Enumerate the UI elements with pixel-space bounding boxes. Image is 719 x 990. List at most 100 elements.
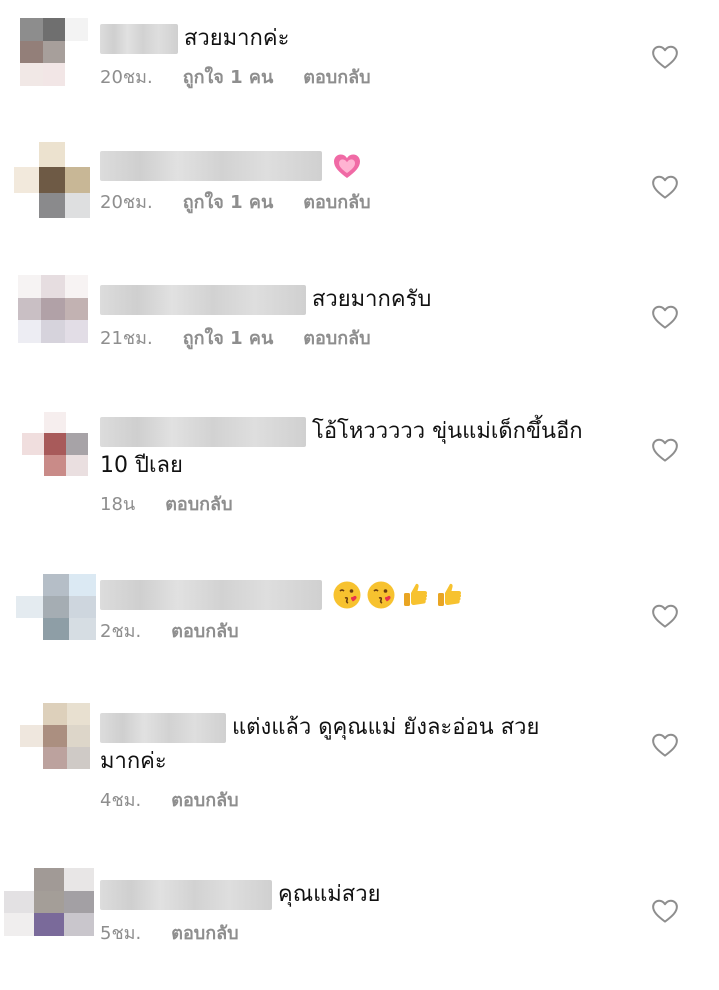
blurred-username[interactable] [100,285,306,315]
likes-count-link[interactable]: ถูกใจ 1 คน [183,323,274,352]
avatar-pixel [64,142,90,168]
comment-time: 18น [100,494,136,515]
avatar-pixel [20,703,44,725]
comment-time: 20ชม. [100,192,153,213]
avatar-pixel [14,192,40,218]
comment-text: แต่งแล้ว ดูคุณแม่ ยังละอ่อน สวย [232,715,540,740]
comment-text: สวยมากครับ [312,287,432,312]
avatar-pixel [41,320,65,343]
avatar-pixel [20,63,43,86]
like-heart-icon[interactable] [650,896,680,926]
avatar-pixel [65,63,88,86]
avatar[interactable] [18,275,88,343]
avatar-pixel [22,433,44,455]
reply-button[interactable]: ตอบกลับ [165,489,232,518]
avatar-pixel [39,167,65,193]
avatar-pixel [18,275,42,298]
reply-button[interactable]: ตอบกลับ [303,187,370,216]
comment-time: 4ชม. [100,790,142,811]
avatar-pixel [20,747,44,769]
avatar-pixel [65,40,88,64]
avatar-pixel [42,63,66,86]
reply-button[interactable]: ตอบกลับ [171,918,238,947]
avatar[interactable] [4,868,94,936]
reply-button[interactable]: ตอบกลับ [171,785,238,814]
like-heart-icon[interactable] [650,42,680,72]
avatar-pixel [39,142,65,168]
avatar-pixel [16,574,43,596]
avatar-pixel [64,868,94,891]
avatar-pixel [66,703,90,725]
avatar[interactable] [14,142,90,218]
avatar-pixel [43,725,67,747]
like-heart-icon[interactable] [650,172,680,202]
reply-button[interactable]: ตอบกลับ [303,323,370,352]
like-heart-icon[interactable] [650,435,680,465]
avatar-pixel [65,18,88,41]
avatar-pixel [14,142,40,168]
avatar-pixel [43,747,67,769]
blurred-username[interactable] [100,580,322,610]
comment-time: 21ชม. [100,328,153,349]
avatar-pixel [64,192,90,218]
blurred-username[interactable] [100,880,272,910]
thumbs-up-emoji [400,580,430,610]
likes-count-link[interactable]: ถูกใจ 1 คน [183,62,274,91]
avatar-pixel [34,890,64,914]
avatar[interactable] [22,412,88,476]
like-heart-icon[interactable] [650,601,680,631]
comment-time: 20ชม. [100,67,153,88]
comment-text-continued: มากค่ะ [100,749,167,774]
avatar-pixel [64,167,90,193]
avatar-pixel [4,890,34,914]
heart-emoji [332,151,362,181]
like-heart-icon[interactable] [650,730,680,760]
avatar-pixel [18,297,42,321]
avatar-pixel [64,297,88,321]
blurred-username[interactable] [100,713,226,743]
avatar[interactable] [16,574,96,640]
avatar[interactable] [20,18,88,86]
avatar-pixel [16,596,43,618]
comment-text: คุณแม่สวย [278,882,381,907]
avatar-pixel [66,433,88,455]
avatar-pixel [39,192,65,218]
reply-button[interactable]: ตอบกลับ [171,616,238,645]
avatar-pixel [64,890,94,914]
avatar-pixel [44,412,66,434]
avatar[interactable] [20,703,90,769]
like-heart-icon[interactable] [650,302,680,332]
avatar-pixel [66,412,88,434]
avatar-pixel [64,320,88,343]
avatar-pixel [34,913,64,936]
avatar-pixel [64,913,94,936]
avatar-pixel [42,40,66,64]
blurred-username[interactable] [100,24,178,54]
avatar-pixel [69,618,96,640]
kiss-emoji [332,580,362,610]
avatar-pixel [18,320,42,343]
avatar-pixel [4,913,34,936]
blurred-username[interactable] [100,417,306,447]
avatar-pixel [43,703,67,725]
comment-time: 2ชม. [100,621,142,642]
avatar-pixel [44,433,66,455]
avatar-pixel [22,412,44,434]
avatar-pixel [66,747,90,769]
avatar-pixel [69,596,96,618]
avatar-pixel [22,454,44,476]
likes-count-link[interactable]: ถูกใจ 1 คน [183,187,274,216]
kiss-emoji [366,580,396,610]
avatar-pixel [41,297,65,321]
avatar-pixel [42,596,70,618]
blurred-username[interactable] [100,151,322,181]
thumbs-up-emoji [434,580,464,610]
avatar-pixel [42,18,66,41]
comment-text: โอ้โหววววว ขุ่นแม่เด็กขึ้นอีก [312,419,583,444]
avatar-pixel [42,574,70,596]
avatar-pixel [16,618,43,640]
reply-button[interactable]: ตอบกลับ [303,62,370,91]
avatar-pixel [69,574,96,596]
avatar-pixel [66,454,88,476]
comment-time: 5ชม. [100,923,142,944]
